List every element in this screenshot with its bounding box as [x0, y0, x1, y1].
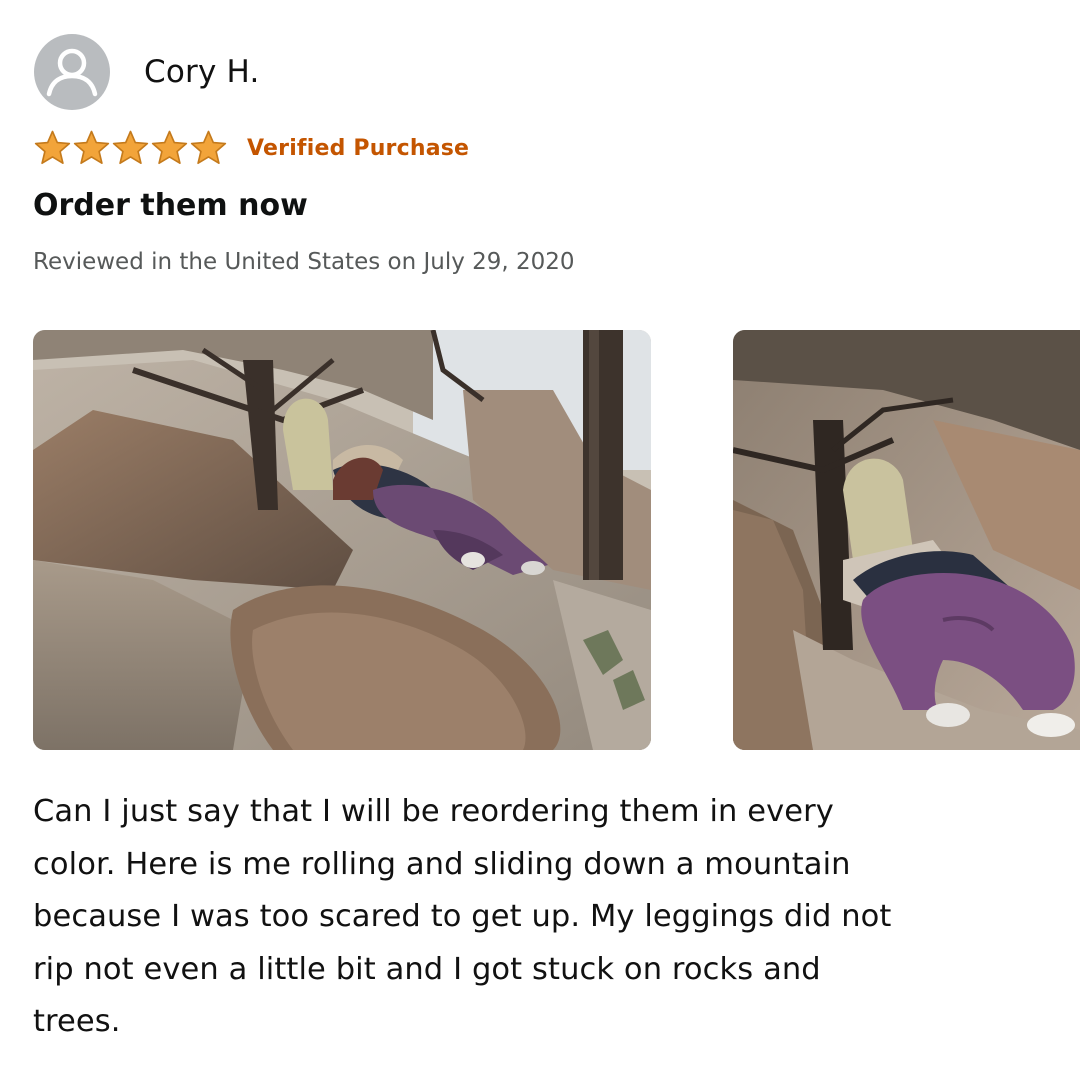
star-icon	[151, 130, 188, 165]
review-body-line: trees.	[33, 1004, 121, 1039]
rating-row: Verified Purchase	[32, 128, 469, 168]
star-rating[interactable]	[32, 129, 227, 167]
reviewer-name[interactable]: Cory H.	[144, 54, 260, 90]
review-body-line: color. Here is me rolling and sliding do…	[33, 846, 851, 882]
review-date: Reviewed in the United States on July 29…	[33, 249, 575, 275]
star-icon	[73, 130, 110, 165]
review-body-line: rip not even a little bit and I got stuc…	[33, 951, 821, 987]
star-icon	[190, 130, 227, 165]
review-image-1[interactable]	[33, 330, 651, 750]
reviewer-profile[interactable]: Cory H.	[34, 32, 260, 112]
user-silhouette-icon[interactable]	[34, 34, 110, 110]
review-body-line: Can I just say that I will be reordering…	[33, 794, 834, 829]
verified-purchase-badge: Verified Purchase	[247, 135, 470, 161]
star-icon	[112, 130, 149, 165]
customer-review: Cory H. Verified Purchase Order them now…	[0, 0, 1080, 1080]
review-image-2[interactable]	[733, 330, 1080, 750]
review-title[interactable]: Order them now	[33, 188, 308, 223]
review-body: Can I just say that I will be reordering…	[33, 786, 1033, 1049]
star-icon	[34, 130, 71, 165]
review-body-line: because I was too scared to get up. My l…	[33, 899, 892, 934]
